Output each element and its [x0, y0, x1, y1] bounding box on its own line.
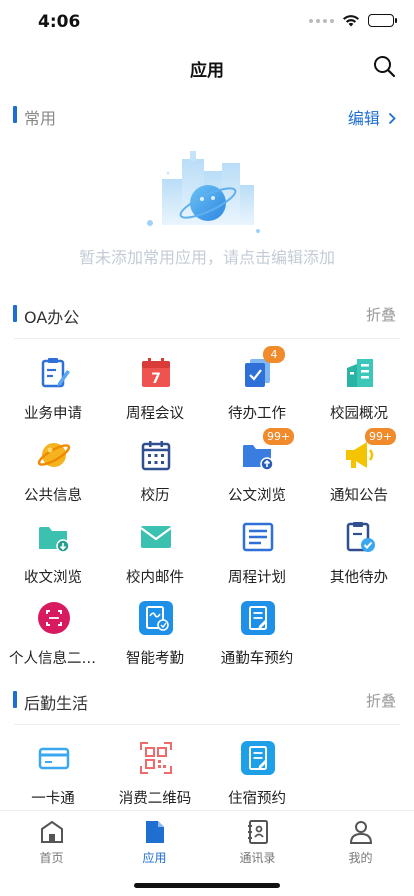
tab-home[interactable]: 首页 [0, 819, 103, 869]
app-smart-attendance[interactable]: 智能考勤 [105, 601, 205, 681]
calendar-7-icon: 7 [142, 358, 170, 387]
profile-icon [349, 821, 372, 844]
logistics-title: 后勤生活 [24, 694, 89, 713]
app-label: 通知公告 [330, 488, 388, 504]
app-payment-qrcode[interactable]: 消费二维码 [105, 741, 205, 821]
oa-title: OA办公 [24, 308, 80, 327]
app-label: 智能考勤 [126, 651, 184, 667]
edit-button[interactable]: 编辑 [348, 105, 396, 129]
app-commuter-bus-booking[interactable]: 通勤车预约 [207, 601, 307, 681]
card-icon [38, 747, 70, 770]
campus-building-icon [347, 359, 373, 387]
qrcode-icon [140, 742, 172, 774]
app-business-application[interactable]: 业务申请 [3, 356, 103, 436]
app-label: 其他待办 [330, 570, 388, 586]
scan-frame-icon [38, 602, 70, 634]
app-label: 个人信息二维码 [9, 651, 103, 667]
list-doc-icon [242, 522, 274, 552]
oa-collapse-button[interactable]: 折叠 [366, 304, 396, 325]
app-lodging-booking[interactable]: 住宿预约 [207, 741, 307, 821]
tab-label: 应用 [142, 851, 167, 865]
app-label: 业务申请 [24, 406, 82, 422]
app-school-calendar[interactable]: 校历 [105, 438, 205, 518]
app-label: 一卡通 [31, 791, 75, 807]
bus-booking-icon [241, 601, 275, 635]
clipboard-edit-icon [41, 358, 70, 388]
oa-header: OA办公 折叠 [0, 297, 414, 331]
app-personal-qrcode[interactable]: 个人信息二维码 [3, 601, 103, 681]
page-title: 应用 [190, 61, 224, 81]
app-other-todo[interactable]: 其他待办 [309, 520, 409, 600]
tab-apps[interactable]: 应用 [103, 819, 206, 869]
section-marker [13, 106, 17, 123]
logistics-collapse-button[interactable]: 折叠 [366, 690, 396, 711]
home-icon [40, 820, 63, 843]
doc-check-icon [346, 522, 375, 552]
search-icon[interactable] [372, 54, 396, 78]
contacts-book-icon [247, 820, 268, 844]
empty-city-planet-illustration [147, 151, 260, 233]
official-doc-badge: 99+ [263, 428, 295, 445]
app-label: 通勤车预约 [220, 651, 294, 667]
favorites-header: 常用 编辑 [0, 98, 414, 132]
tab-profile[interactable]: 我的 [309, 819, 412, 869]
app-todo-work[interactable]: 4 待办工作 [207, 346, 307, 436]
app-official-doc-browse[interactable]: 99+ 公文浏览 [207, 428, 307, 518]
wifi-icon [343, 15, 359, 27]
app-weekly-meeting[interactable]: 7 周程会议 [105, 356, 205, 436]
mail-icon [140, 526, 172, 548]
svg-text:7: 7 [151, 371, 161, 387]
section-marker [13, 305, 17, 322]
attendance-icon [139, 601, 173, 635]
chevron-right-icon [388, 112, 396, 125]
app-label: 消费二维码 [118, 791, 192, 807]
section-divider [14, 338, 400, 339]
notice-badge: 99+ [365, 428, 397, 445]
section-marker [13, 691, 17, 708]
app-campus-overview[interactable]: 校园概况 [309, 356, 409, 436]
home-indicator [134, 883, 280, 888]
app-notice-announcement[interactable]: 99+ 通知公告 [309, 428, 409, 518]
apps-doc-icon [145, 821, 164, 843]
lodging-booking-icon [241, 741, 275, 775]
status-icons [309, 14, 397, 27]
app-label: 校内邮件 [126, 570, 184, 586]
app-campus-card[interactable]: 一卡通 [3, 741, 103, 821]
status-time: 4:06 [38, 12, 81, 32]
nav-bar: 应用 [0, 44, 414, 90]
app-label: 周程会议 [126, 406, 184, 422]
app-campus-mail[interactable]: 校内邮件 [105, 520, 205, 600]
tab-contacts[interactable]: 通讯录 [206, 819, 309, 869]
app-incoming-doc-browse[interactable]: 收文浏览 [3, 520, 103, 600]
planet-icon [37, 443, 71, 467]
app-label: 校历 [140, 488, 170, 504]
favorites-title: 常用 [24, 109, 57, 128]
app-label: 公文浏览 [228, 488, 286, 504]
app-label: 周程计划 [228, 570, 286, 586]
favorites-empty-text: 暂未添加常用应用，请点击编辑添加 [78, 248, 335, 267]
app-label: 校园概况 [330, 406, 388, 422]
app-weekly-plan[interactable]: 周程计划 [207, 520, 307, 600]
cellular-signal-icon [309, 18, 334, 23]
tab-label: 我的 [348, 851, 373, 865]
app-public-info[interactable]: 公共信息 [3, 438, 103, 518]
app-label: 收文浏览 [24, 570, 82, 586]
todo-badge: 4 [263, 346, 285, 363]
battery-icon [368, 14, 397, 27]
tab-label: 通讯录 [239, 851, 276, 865]
section-divider [14, 724, 400, 725]
tab-bar: 首页 应用 通讯录 我的 [0, 810, 414, 896]
tab-label: 首页 [39, 851, 64, 865]
app-label: 住宿预约 [228, 791, 286, 807]
calendar-grid-icon [141, 441, 171, 471]
status-bar: 4:06 [0, 0, 414, 44]
logistics-header: 后勤生活 折叠 [0, 683, 414, 717]
app-label: 待办工作 [228, 406, 286, 422]
app-label: 公共信息 [24, 488, 82, 504]
folder-download-icon [39, 527, 70, 553]
